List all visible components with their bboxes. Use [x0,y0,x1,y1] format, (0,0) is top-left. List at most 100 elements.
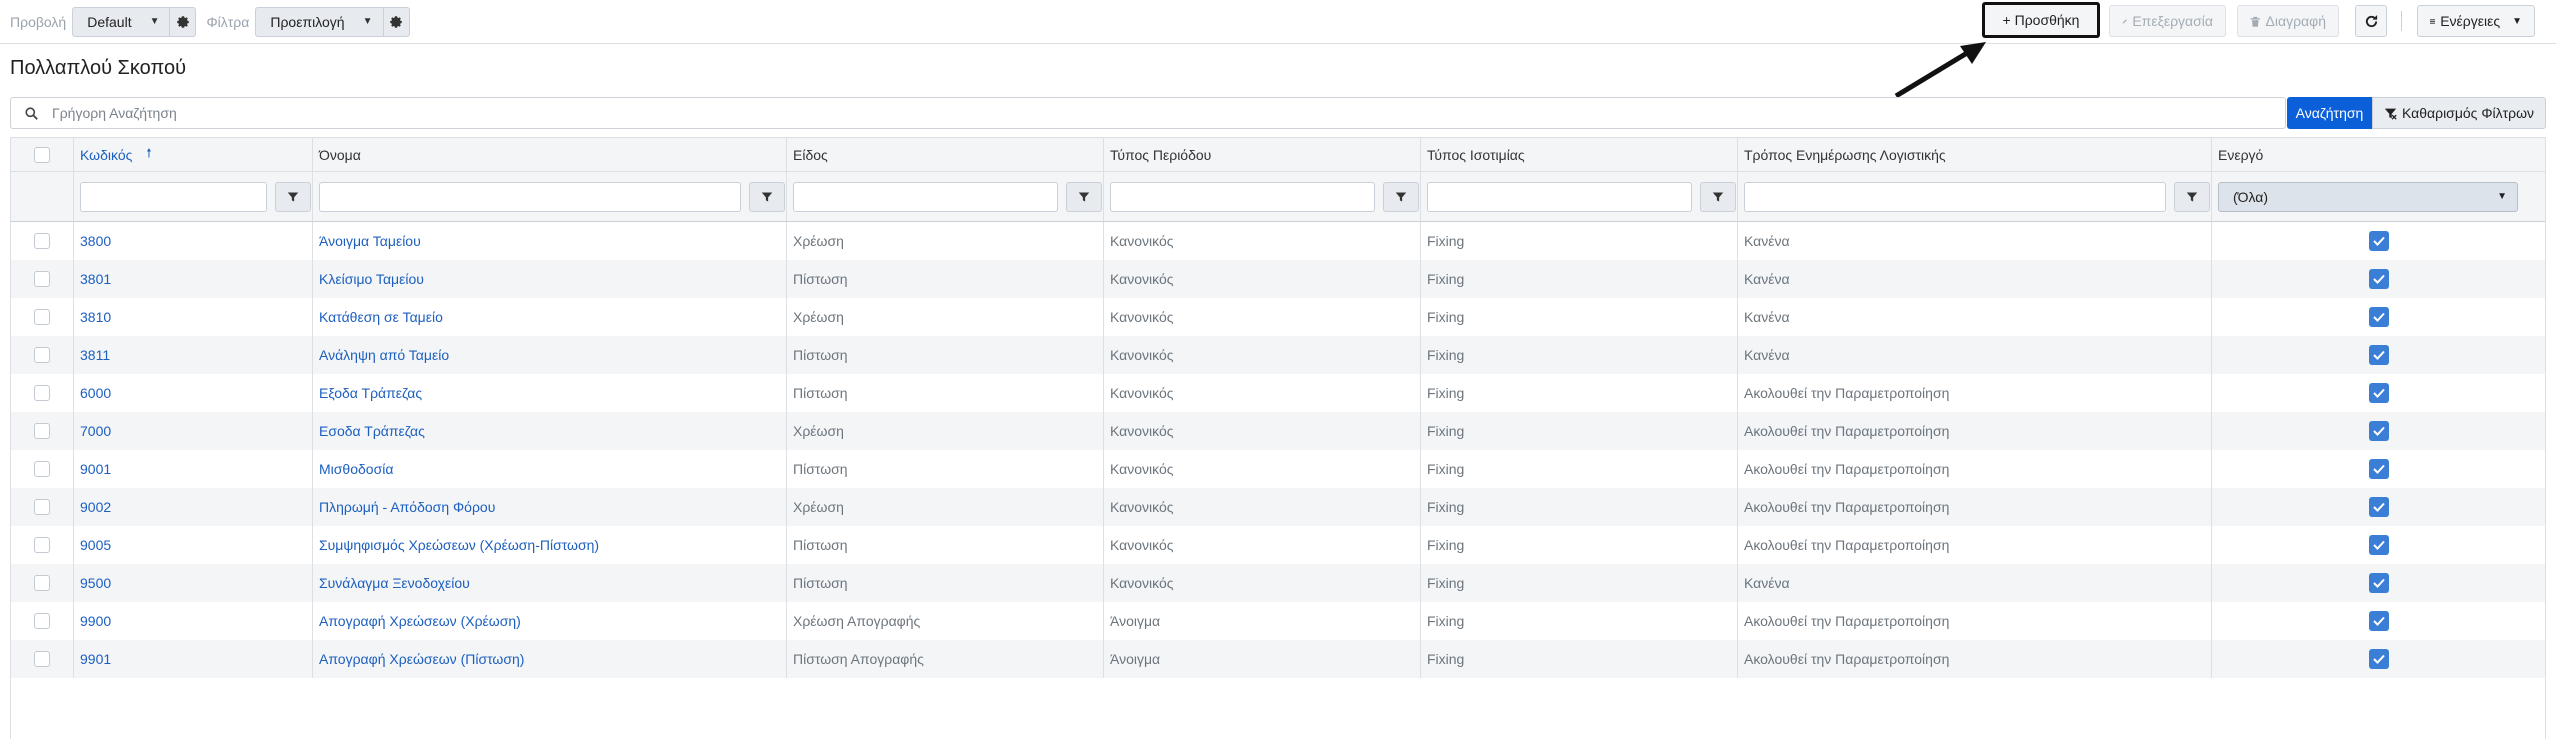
filter-button-name[interactable] [749,181,785,212]
active-checkbox[interactable] [2368,535,2389,555]
name-link[interactable]: Μισθοδοσία [319,461,393,477]
row-checkbox[interactable] [34,233,50,249]
edit-button[interactable]: Επεξεργασία [2109,5,2226,37]
filter-input-name[interactable] [319,181,741,212]
table-row[interactable]: 9900 Απογραφή Χρεώσεων (Χρέωση) Χρέωση Απο… [11,602,2545,640]
filter-button-kind[interactable] [1066,181,1102,212]
row-checkbox[interactable] [34,271,50,287]
table-row[interactable]: 9500 Συνάλαγμα Ξενοδοχείου Πίστωση Κανονικό… [11,564,2545,602]
filter-button-period-type[interactable] [1383,181,1419,212]
name-link[interactable]: Εξοδα Τράπεζας [319,385,422,401]
active-checkbox[interactable] [2368,649,2389,669]
name-link[interactable]: Απογραφή Χρεώσεων (Πίστωση) [319,651,524,667]
filter-input-period-type[interactable] [1110,181,1375,212]
cell-active [2212,222,2545,260]
code-link[interactable]: 3800 [80,233,111,249]
table-row[interactable]: 6000 Εξοδα Τράπεζας Πίστωση Κανονικός Fixing… [11,374,2545,412]
cell-code: 7000 [74,412,313,450]
column-header-active[interactable]: Ενεργό [2212,138,2545,171]
active-checkbox[interactable] [2368,459,2389,479]
add-button[interactable]: + Προσθήκη [1982,2,2100,38]
table-row[interactable]: 9901 Απογραφή Χρεώσεων (Πίστωση) Πίστωση Α… [11,640,2545,678]
row-checkbox[interactable] [34,575,50,591]
code-link[interactable]: 9900 [80,613,111,629]
code-link[interactable]: 3811 [80,347,110,363]
view-settings-button[interactable] [170,6,197,37]
filter-button-code[interactable] [275,181,311,212]
code-link[interactable]: 3810 [80,309,111,325]
code-link[interactable]: 9005 [80,537,111,553]
active-checkbox[interactable] [2368,421,2389,441]
filter-input-code[interactable] [80,181,267,212]
name-link[interactable]: Πληρωμή - Απόδοση Φόρου [319,499,495,515]
active-checkbox[interactable] [2368,497,2389,517]
search-button[interactable]: Αναζήτηση [2287,97,2372,129]
active-checkbox[interactable] [2368,573,2389,593]
table-row[interactable]: 3801 Κλείσιμο Ταμείου Πίστωση Κανονικός Fixi… [11,260,2545,298]
name-link[interactable]: Εσοδα Τράπεζας [319,423,425,439]
column-header-period-type[interactable]: Τύπος Περιόδου [1104,138,1421,171]
view-select[interactable]: Default ▼ [72,6,171,37]
row-checkbox[interactable] [34,499,50,515]
name-link[interactable]: Συμψηφισμός Χρεώσεων (Χρέωση-Πίστωση) [319,537,599,553]
code-link[interactable]: 9500 [80,575,111,591]
name-link[interactable]: Κατάθεση σε Ταμείο [319,309,443,325]
row-checkbox[interactable] [34,461,50,477]
filter-select-active[interactable]: (Όλα) ▼ [2218,181,2518,212]
filter-input-kind[interactable] [793,181,1058,212]
table-row[interactable]: 9005 Συμψηφισμός Χρεώσεων (Χρέωση-Πίστωση… [11,526,2545,564]
table-row[interactable]: 9001 Μισθοδοσία Πίστωση Κανονικός Fixing Ακολ… [11,450,2545,488]
filter-input-rate-type[interactable] [1427,181,1692,212]
cell-rate-type: Fixing [1421,450,1738,488]
active-checkbox[interactable] [2368,345,2389,365]
name-link[interactable]: Απογραφή Χρεώσεων (Χρέωση) [319,613,521,629]
row-checkbox[interactable] [34,651,50,667]
code-link[interactable]: 9001 [80,461,111,477]
filter-button-rate-type[interactable] [1700,181,1736,212]
table-row[interactable]: 3811 Ανάληψη από Ταμείο Πίστωση Κανονικός Fi… [11,336,2545,374]
active-checkbox[interactable] [2368,307,2389,327]
actions-menu-button[interactable]: Ενέργειες ▼ [2417,5,2535,37]
table-row[interactable]: 3810 Κατάθεση σε Ταμείο Χρέωση Κανονικός Fix… [11,298,2545,336]
active-checkbox[interactable] [2368,611,2389,631]
filters-settings-button[interactable] [383,6,410,37]
name-link[interactable]: Κλείσιμο Ταμείου [319,271,424,287]
active-checkbox[interactable] [2368,269,2389,289]
column-header-code[interactable]: Κωδικός 🠕 [74,138,313,171]
quick-search-input[interactable] [52,105,2252,121]
select-all-checkbox[interactable] [34,146,50,163]
cell-name: Πληρωμή - Απόδοση Φόρου [313,488,787,526]
column-header-name[interactable]: Όνομα [313,138,787,171]
cell-kind: Χρέωση [787,298,1104,336]
code-link[interactable]: 9901 [80,651,111,667]
row-select-cell [11,412,74,450]
name-link[interactable]: Άνοιγμα Ταμείου [319,233,421,249]
code-link[interactable]: 3801 [80,271,111,287]
delete-button[interactable]: Διαγραφή [2237,5,2339,37]
code-link[interactable]: 6000 [80,385,111,401]
table-row[interactable]: 7000 Εσοδα Τράπεζας Χρέωση Κανονικός Fixing Α… [11,412,2545,450]
table-row[interactable]: 3800 Άνοιγμα Ταμείου Χρέωση Κανονικός Fixing… [11,222,2545,260]
row-checkbox[interactable] [34,385,50,401]
name-link[interactable]: Ανάληψη από Ταμείο [319,347,449,363]
column-header-rate-type[interactable]: Τύπος Ισοτιμίας [1421,138,1738,171]
column-header-kind[interactable]: Είδος [787,138,1104,171]
active-checkbox[interactable] [2368,383,2389,403]
filters-select[interactable]: Προεπιλογή ▼ [255,6,384,37]
column-header-accounting[interactable]: Τρόπος Ενημέρωσης Λογιστικής [1738,138,2212,171]
row-checkbox[interactable] [34,347,50,363]
name-link[interactable]: Συνάλαγμα Ξενοδοχείου [319,575,470,591]
filter-cell-name [313,172,787,221]
code-link[interactable]: 9002 [80,499,111,515]
refresh-button[interactable] [2355,5,2387,37]
row-checkbox[interactable] [34,423,50,439]
active-checkbox[interactable] [2368,231,2389,251]
row-checkbox[interactable] [34,309,50,325]
row-checkbox[interactable] [34,537,50,553]
clear-filters-button[interactable]: Καθαρισμός Φίλτρων [2372,97,2546,129]
row-checkbox[interactable] [34,613,50,629]
filter-button-accounting[interactable] [2174,181,2210,212]
table-row[interactable]: 9002 Πληρωμή - Απόδοση Φόρου Χρέωση Κανονικ… [11,488,2545,526]
filter-input-accounting[interactable] [1744,181,2166,212]
code-link[interactable]: 7000 [80,423,111,439]
